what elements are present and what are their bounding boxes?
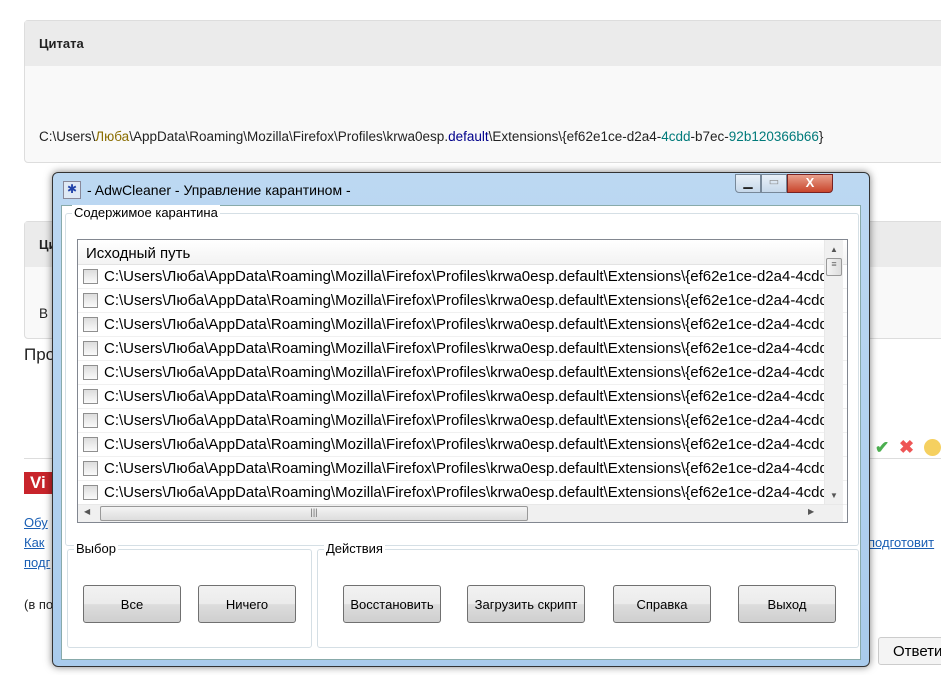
row-checkbox[interactable] [83,389,98,404]
row-checkbox[interactable] [83,413,98,428]
path-part: Люба [95,129,130,144]
horizontal-scrollbar[interactable]: ◀ ||| ▶ [78,504,843,522]
horizontal-scroll-thumb[interactable]: ||| [100,506,528,521]
row-checkbox[interactable] [83,293,98,308]
quarantine-group: Содержимое карантина Исходный путь C:\Us… [65,205,859,546]
scroll-right-icon[interactable]: ▶ [808,507,814,516]
select-all-button[interactable]: Все [83,585,181,623]
row-checkbox[interactable] [83,341,98,356]
row-path: C:\Users\Люба\AppData\Roaming\Mozilla\Fi… [104,412,828,429]
load-script-button[interactable]: Загрузить скрипт [467,585,585,623]
row-path: C:\Users\Люба\AppData\Roaming\Mozilla\Fi… [104,460,828,477]
path-part: default [448,129,489,144]
link[interactable]: подг [24,555,50,570]
list-item[interactable]: C:\Users\Люба\AppData\Roaming\Mozilla\Fi… [78,385,847,409]
list-item[interactable]: C:\Users\Люба\AppData\Roaming\Mozilla\Fi… [78,265,847,289]
row-checkbox[interactable] [83,317,98,332]
path-part: C:\Users\ [39,129,96,144]
app-icon: ✱ [63,181,81,199]
scroll-left-icon[interactable]: ◀ [84,507,90,516]
row-path: C:\Users\Люба\AppData\Roaming\Mozilla\Fi… [104,268,828,285]
list-item[interactable]: C:\Users\Люба\AppData\Roaming\Mozilla\Fi… [78,313,847,337]
close-button[interactable]: X [787,174,833,193]
path-part: \AppData\Roaming\Mozilla\Firefox\Profile… [129,129,449,144]
row-path: C:\Users\Люба\AppData\Roaming\Mozilla\Fi… [104,292,828,309]
quote-path: C:\Users\Люба\AppData\Roaming\Mozilla\Fi… [39,129,823,144]
row-path: C:\Users\Люба\AppData\Roaming\Mozilla\Fi… [104,484,828,501]
link[interactable]: Как [24,535,45,550]
link[interactable]: Обу [24,515,48,530]
scroll-up-icon[interactable]: ▲ [825,245,843,254]
path-part: \Extensions\{ef62e1ce-d2a4- [488,129,662,144]
quote-header: Цитата [25,21,941,66]
list-item[interactable]: C:\Users\Люба\AppData\Roaming\Mozilla\Fi… [78,433,847,457]
restore-button[interactable]: Восстановить [343,585,441,623]
group-label: Действия [324,541,385,556]
group-label: Выбор [74,541,118,556]
list-item[interactable]: C:\Users\Люба\AppData\Roaming\Mozilla\Fi… [78,457,847,481]
section-text: Про [24,345,56,364]
row-checkbox[interactable] [83,269,98,284]
row-checkbox[interactable] [83,365,98,380]
quote-text: В [39,306,49,321]
link[interactable]: подготовит [868,535,934,550]
smile-icon[interactable] [924,439,941,456]
path-part: } [818,129,824,144]
cross-icon[interactable]: ✖ [899,437,914,458]
path-part: 92b120366b66 [728,129,819,144]
group-label: Содержимое карантина [72,205,220,220]
maximize-button[interactable]: ▭ [761,174,787,193]
row-path: C:\Users\Люба\AppData\Roaming\Mozilla\Fi… [104,388,828,405]
minimize-button[interactable]: ▁ [735,174,761,193]
exit-button[interactable]: Выход [738,585,836,623]
quote-box: Цитата C:\Users\Люба\AppData\Roaming\Moz… [24,20,941,163]
window-body: Содержимое карантина Исходный путь C:\Us… [61,205,861,660]
adwcleaner-quarantine-window: ✱ - AdwCleaner - Управление карантином -… [52,172,870,667]
path-part: -b7ec- [690,129,729,144]
row-checkbox[interactable] [83,485,98,500]
row-path: C:\Users\Люба\AppData\Roaming\Mozilla\Fi… [104,436,828,453]
select-none-button[interactable]: Ничего [198,585,296,623]
path-part: 4cdd [661,129,691,144]
row-path: C:\Users\Люба\AppData\Roaming\Mozilla\Fi… [104,340,828,357]
list-item[interactable]: C:\Users\Люба\AppData\Roaming\Mozilla\Fi… [78,289,847,313]
vertical-scroll-thumb[interactable]: ≡ [826,258,842,276]
list-item[interactable]: C:\Users\Люба\AppData\Roaming\Mozilla\Fi… [78,337,847,361]
actions-group: Действия Восстановить Загрузить скрипт С… [317,541,859,648]
row-path: C:\Users\Люба\AppData\Roaming\Mozilla\Fi… [104,364,828,381]
check-icon[interactable]: ✔ [875,438,889,458]
selection-group: Выбор Все Ничего [67,541,312,648]
quarantine-list[interactable]: Исходный путь C:\Users\Люба\AppData\Roam… [77,239,848,523]
column-header-source-path[interactable]: Исходный путь [78,240,847,265]
list-item[interactable]: C:\Users\Люба\AppData\Roaming\Mozilla\Fi… [78,409,847,433]
row-path: C:\Users\Люба\AppData\Roaming\Mozilla\Fi… [104,316,828,333]
scroll-down-icon[interactable]: ▼ [825,491,843,500]
row-checkbox[interactable] [83,437,98,452]
window-title: - AdwCleaner - Управление карантином - [87,182,351,198]
row-checkbox[interactable] [83,461,98,476]
reply-button[interactable]: Ответи [878,637,941,665]
list-item[interactable]: C:\Users\Люба\AppData\Roaming\Mozilla\Fi… [78,481,847,505]
list-item[interactable]: C:\Users\Люба\AppData\Roaming\Mozilla\Fi… [78,361,847,385]
note-text: (в по [24,597,54,612]
vertical-scrollbar[interactable]: ▲ ≡ ▼ [824,240,843,504]
list-rows: C:\Users\Люба\AppData\Roaming\Mozilla\Fi… [78,265,847,505]
help-button[interactable]: Справка [613,585,711,623]
